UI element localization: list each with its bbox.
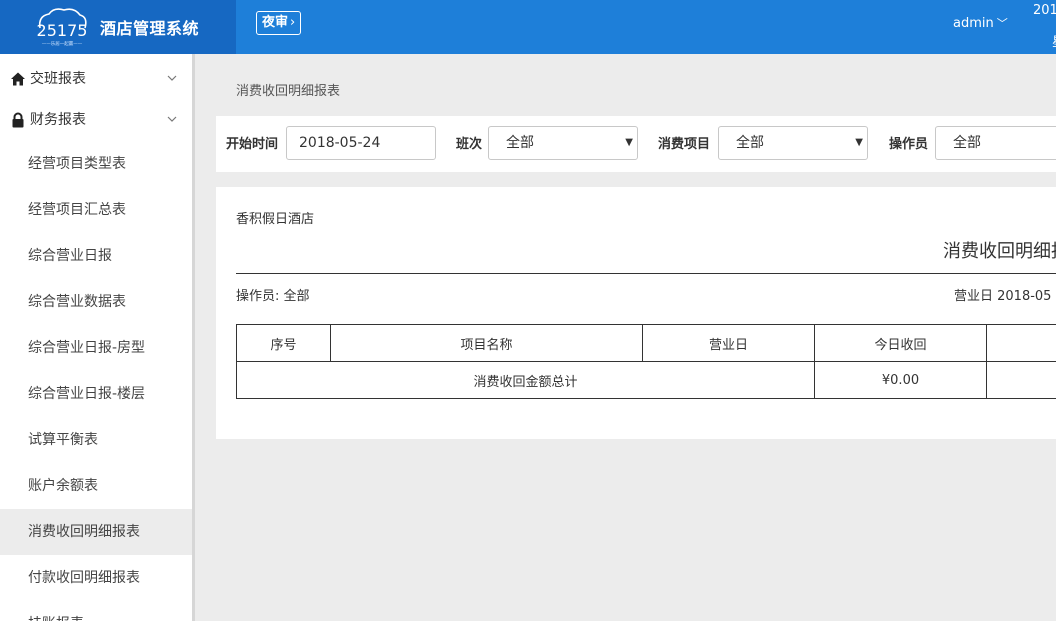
sidebar-group-finance-reports[interactable]: 财务报表 xyxy=(0,100,192,141)
report-title: 消费收回明细报 xyxy=(943,241,1056,262)
sidebar-group-shift-reports[interactable]: 交班报表 xyxy=(0,59,192,100)
hotel-name: 香积假日酒店 xyxy=(236,212,315,227)
sidebar-item-on-account[interactable]: 挂账报表 xyxy=(0,601,192,621)
total-value: ¥0.00 xyxy=(814,361,987,399)
user-name: admin xyxy=(953,16,994,31)
chevron-down-icon xyxy=(167,75,177,81)
table-header-row: 序号 项目名称 营业日 今日收回 xyxy=(236,324,1056,362)
logo-text: 25175 xyxy=(37,21,88,40)
operator-select-value: 全部 xyxy=(953,135,981,151)
sidebar-item-consumption-recovery[interactable]: 消费收回明细报表 xyxy=(0,509,192,555)
sidebar-item-daily-room-type[interactable]: 综合营业日报-房型 xyxy=(0,325,192,371)
chevron-down-icon: ﹀ xyxy=(996,17,1008,30)
home-icon xyxy=(11,72,25,86)
report-business-date: 营业日 2018-05 xyxy=(954,289,1052,304)
column-header-today-recovery: 今日收回 xyxy=(814,324,987,362)
date-display: 201 xyxy=(1033,3,1056,18)
table-total-row: 消费收回金额总计 ¥0.00 xyxy=(236,361,1056,399)
column-header-extra xyxy=(986,324,1056,362)
shift-label: 班次 xyxy=(456,137,483,152)
night-audit-button[interactable]: 夜审 › xyxy=(256,11,302,35)
app-logo[interactable]: 25175 ——乐居一起赢—— xyxy=(34,6,90,48)
sidebar-group-label: 财务报表 xyxy=(30,112,86,128)
total-extra-cell xyxy=(986,361,1056,399)
item-select[interactable]: 全部 ▼ xyxy=(718,126,868,160)
report-operator: 操作员: 全部 xyxy=(236,289,310,304)
lock-icon xyxy=(12,112,24,128)
item-label: 消费项目 xyxy=(658,137,711,152)
sidebar-scrollbar[interactable] xyxy=(192,54,195,621)
item-select-value: 全部 xyxy=(736,135,764,151)
operator-select[interactable]: 全部 xyxy=(935,126,1056,160)
night-audit-label: 夜审 xyxy=(262,15,289,30)
column-header-index: 序号 xyxy=(236,324,331,362)
filter-bar: 开始时间 2018-05-24 班次 全部 ▼ 消费项目 全部 ▼ 操作员 全部 xyxy=(216,116,1056,172)
column-header-business-date: 营业日 xyxy=(642,324,815,362)
start-time-label: 开始时间 xyxy=(226,137,279,152)
sidebar-item-daily-report[interactable]: 综合营业日报 xyxy=(0,233,192,279)
dropdown-arrow-icon: ▼ xyxy=(855,137,863,148)
sidebar-item-trial-balance[interactable]: 试算平衡表 xyxy=(0,417,192,463)
brand-area: 25175 ——乐居一起赢—— 酒店管理系统 xyxy=(0,0,236,54)
operator-label: 操作员 xyxy=(889,137,929,152)
logo-tagline: ——乐居一起赢—— xyxy=(42,40,83,47)
shift-select-value: 全部 xyxy=(506,135,534,151)
sidebar-item-daily-data[interactable]: 综合营业数据表 xyxy=(0,279,192,325)
report-panel: 香积假日酒店 消费收回明细报 操作员: 全部 营业日 2018-05 序号 项目… xyxy=(216,187,1056,439)
start-time-input[interactable]: 2018-05-24 xyxy=(286,126,436,160)
sidebar-item-payment-recovery[interactable]: 付款收回明细报表 xyxy=(0,555,192,601)
top-bar: 25175 ——乐居一起赢—— 酒店管理系统 夜审› admin﹀ 201 星 xyxy=(0,0,1056,54)
sidebar-item-account-balance[interactable]: 账户余额表 xyxy=(0,463,192,509)
shift-select[interactable]: 全部 ▼ xyxy=(488,126,638,160)
sidebar: 交班报表 财务报表 经营项目类型表 经营项目汇总表 综合营业日报 综合营业数据表… xyxy=(0,54,192,621)
dropdown-arrow-icon: ▼ xyxy=(625,137,633,148)
sidebar-item-business-summary[interactable]: 经营项目汇总表 xyxy=(0,187,192,233)
user-menu[interactable]: admin ﹀ xyxy=(953,15,1008,31)
app-title: 酒店管理系统 xyxy=(100,19,200,38)
chevron-right-icon: › xyxy=(290,15,296,30)
weekday-display: 星 xyxy=(1052,31,1056,50)
sidebar-group-label: 交班报表 xyxy=(30,71,86,87)
title-divider xyxy=(236,273,1056,274)
sidebar-item-business-type[interactable]: 经营项目类型表 xyxy=(0,141,192,187)
breadcrumb: 消费收回明细报表 xyxy=(236,84,341,99)
report-table: 序号 项目名称 营业日 今日收回 消费收回金额总计 ¥0.00 xyxy=(236,324,1056,399)
chevron-down-icon xyxy=(167,116,177,122)
total-label: 消费收回金额总计 xyxy=(236,361,815,399)
sidebar-item-daily-floor[interactable]: 综合营业日报-楼层 xyxy=(0,371,192,417)
column-header-item-name: 项目名称 xyxy=(330,324,643,362)
